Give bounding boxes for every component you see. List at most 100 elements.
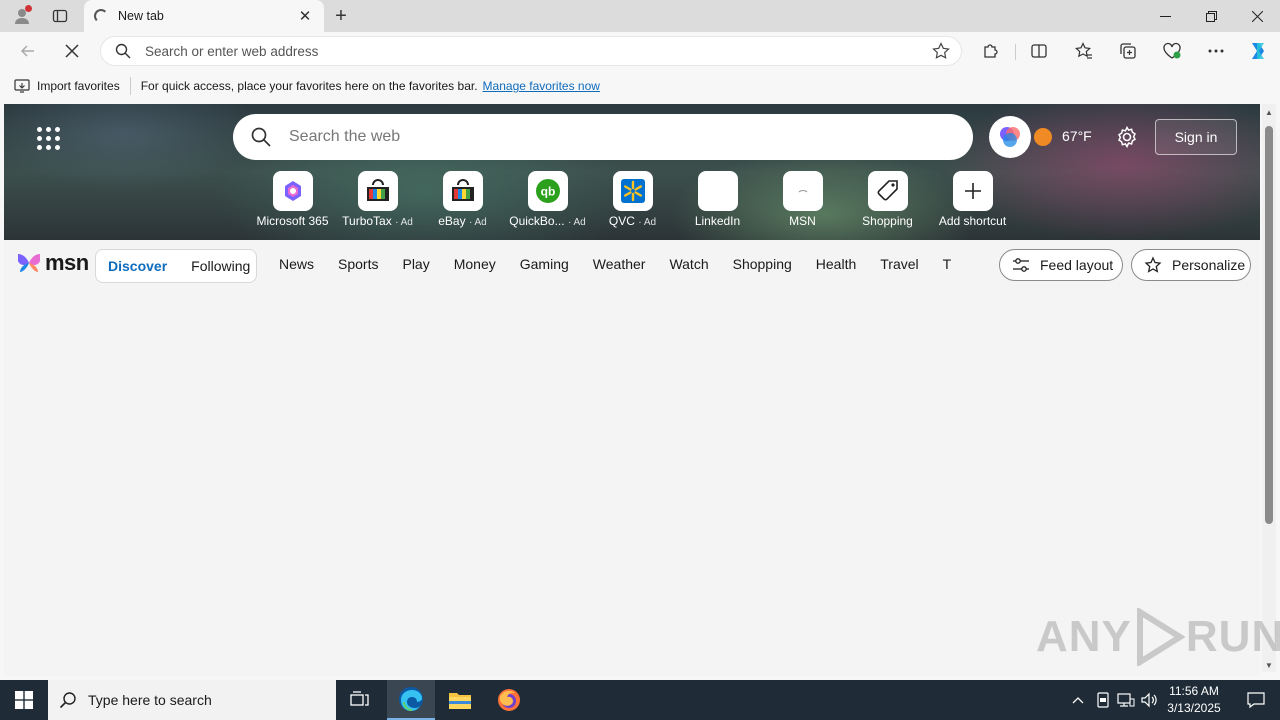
address-bar[interactable]: Search or enter web address (100, 36, 962, 66)
shortcut-microsoft-365[interactable]: Microsoft 365 (250, 171, 335, 228)
edge-icon (399, 687, 423, 711)
favorites-bar: Import favorites For quick access, place… (0, 70, 1280, 102)
tab-new-tab[interactable]: New tab ✕ (84, 0, 324, 32)
msn-logo[interactable]: msn (16, 250, 89, 276)
shortcut-label: TurboTax (342, 214, 392, 228)
taskbar-clock[interactable]: 11:56 AM 3/13/2025 (1164, 683, 1224, 717)
tab-discover[interactable]: Discover (96, 258, 179, 274)
close-tab-icon[interactable]: ✕ (296, 7, 314, 25)
collections-button[interactable] (1114, 39, 1142, 63)
puzzle-icon (984, 44, 998, 58)
category-sports[interactable]: Sports (338, 256, 378, 272)
web-search-box[interactable]: Search the web (233, 114, 973, 160)
firefox-icon (498, 689, 520, 711)
shortcut-turbotax[interactable]: TurboTax · Ad (335, 171, 420, 228)
volume-icon[interactable] (1140, 690, 1160, 710)
network-icon[interactable] (1116, 690, 1136, 710)
category-list: News Sports Play Money Gaming Weather Wa… (279, 256, 951, 272)
shortcut-label: Shopping (862, 214, 913, 228)
category-health[interactable]: Health (816, 256, 856, 272)
copilot-icon (1252, 43, 1264, 59)
favorites-star-icon (1075, 42, 1092, 59)
shortcut-tiles: Microsoft 365 TurboTax · Ad eBay · Ad qb… (250, 171, 1015, 228)
tab-actions-button[interactable] (46, 4, 74, 28)
feed-layout-button[interactable]: Feed layout (999, 249, 1123, 281)
category-shopping[interactable]: Shopping (733, 256, 792, 272)
chevron-up-icon (1072, 697, 1084, 704)
split-screen-button[interactable] (1025, 39, 1053, 63)
shortcut-shopping[interactable]: Shopping (845, 171, 930, 228)
action-center-button[interactable] (1236, 680, 1276, 720)
start-button[interactable] (0, 680, 48, 720)
page-settings-button[interactable] (1114, 124, 1140, 150)
temperature[interactable]: 67°F (1062, 128, 1092, 144)
page-scrollbar[interactable]: ▲ ▼ (1262, 104, 1276, 672)
feed-toggle: Discover Following (95, 249, 257, 283)
taskbar-search-input[interactable]: Type here to search (88, 692, 212, 708)
settings-more-button[interactable] (1202, 39, 1230, 63)
add-shortcut-button[interactable]: Add shortcut (930, 171, 1015, 228)
category-truncated[interactable]: Trai (943, 256, 951, 272)
add-favorite-icon[interactable] (921, 42, 961, 60)
minimize-button[interactable] (1142, 0, 1188, 32)
manage-favorites-link[interactable]: Manage favorites now (483, 79, 600, 93)
back-button[interactable] (14, 37, 42, 65)
watermark-left: ANY (1036, 612, 1132, 661)
shortcut-quickbooks[interactable]: qb QuickBo... · Ad (505, 171, 590, 228)
taskbar-file-explorer[interactable] (436, 680, 484, 720)
shortcut-ebay[interactable]: eBay · Ad (420, 171, 505, 228)
category-watch[interactable]: Watch (669, 256, 708, 272)
copilot-search-button[interactable] (989, 116, 1031, 158)
close-window-button[interactable] (1234, 0, 1280, 32)
favorites-button[interactable] (1070, 39, 1098, 63)
copilot-button[interactable] (1244, 39, 1272, 63)
category-play[interactable]: Play (402, 256, 429, 272)
tab-following[interactable]: Following (179, 258, 262, 274)
taskbar-edge[interactable] (387, 680, 435, 720)
category-gaming[interactable]: Gaming (520, 256, 569, 272)
shortcut-label: eBay (438, 214, 466, 228)
browser-essentials-button[interactable] (1158, 39, 1186, 63)
category-weather[interactable]: Weather (593, 256, 646, 272)
tray-device-icon[interactable] (1093, 690, 1113, 710)
category-news[interactable]: News (279, 256, 314, 272)
sign-in-button[interactable]: Sign in (1155, 119, 1237, 155)
msn-icon (782, 171, 823, 211)
stop-icon (65, 44, 79, 58)
category-travel[interactable]: Travel (880, 256, 918, 272)
shortcut-label: Microsoft 365 (256, 214, 329, 228)
hero-banner: Search the web 67°F Sign in Microsoft 36… (4, 104, 1260, 240)
import-favorites-button[interactable]: Import favorites (0, 77, 131, 95)
taskbar-search-box[interactable]: Type here to search (48, 680, 336, 720)
scrollbar-thumb[interactable] (1265, 126, 1273, 524)
restore-button[interactable] (1188, 0, 1234, 32)
restore-icon (1205, 10, 1217, 22)
task-view-icon (350, 691, 369, 706)
shortcut-label: QuickBo... (509, 214, 565, 228)
ad-marker: · Ad (638, 217, 657, 228)
shortcut-label: LinkedIn (694, 214, 741, 228)
taskbar-firefox[interactable] (485, 680, 533, 720)
new-tab-button[interactable]: + (328, 4, 354, 28)
extensions-button[interactable] (977, 39, 1005, 63)
plus-icon (952, 171, 993, 211)
address-input[interactable]: Search or enter web address (145, 44, 921, 59)
category-money[interactable]: Money (454, 256, 496, 272)
personalize-button[interactable]: Personalize (1131, 249, 1251, 281)
shortcut-msn[interactable]: MSN (760, 171, 845, 228)
stop-loading-button[interactable] (58, 37, 86, 65)
profile-button[interactable] (8, 4, 36, 28)
feed-layout-label: Feed layout (1040, 257, 1114, 273)
show-hidden-icons-button[interactable] (1068, 690, 1088, 710)
app-launcher-icon[interactable] (34, 124, 62, 152)
web-search-input[interactable]: Search the web (289, 128, 400, 146)
task-view-button[interactable] (336, 680, 384, 720)
title-bar: New tab ✕ + (0, 0, 1280, 32)
weather-sun-icon (1034, 128, 1052, 146)
shortcut-qvc[interactable]: QVC · Ad (590, 171, 675, 228)
shopping-tag-icon (867, 171, 908, 211)
shortcut-label: QVC (608, 214, 635, 228)
shortcut-linkedin[interactable]: LinkedIn (675, 171, 760, 228)
msn-butterfly-icon (18, 254, 40, 272)
scroll-up-icon[interactable]: ▲ (1265, 108, 1273, 117)
